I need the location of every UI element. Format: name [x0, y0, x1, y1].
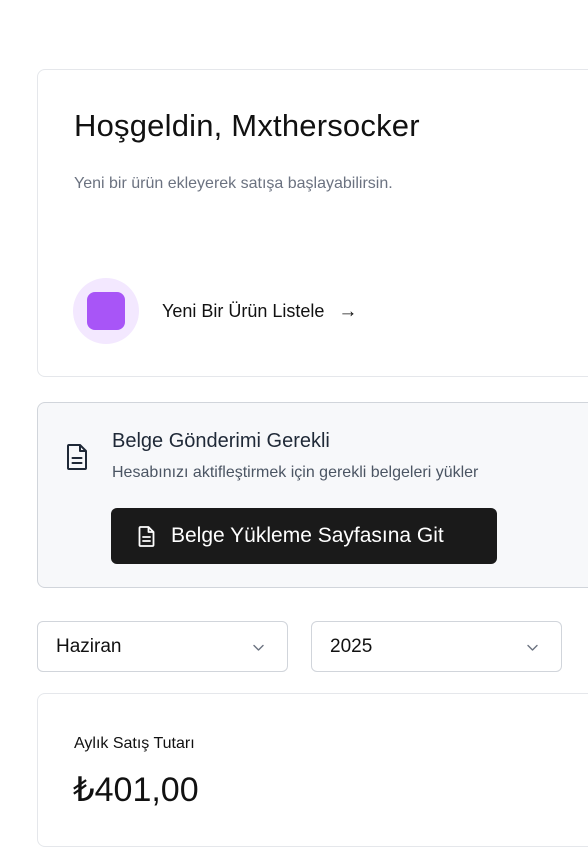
- document-icon: [67, 444, 87, 470]
- product-icon-square: [87, 292, 125, 330]
- document-icon: [138, 525, 155, 547]
- chevron-down-icon: [253, 644, 264, 651]
- monthly-sales-label: Aylık Satış Tutarı: [74, 735, 195, 752]
- chevron-down-icon: [527, 644, 538, 651]
- page: Hoşgeldin, Mxthersocker Yeni bir ürün ek…: [0, 0, 588, 867]
- year-select-value: 2025: [330, 635, 373, 657]
- document-notice: Belge Gönderimi Gerekli Hesabınızı aktif…: [37, 402, 588, 588]
- welcome-subtitle: Yeni bir ürün ekleyerek satışa başlayabi…: [74, 175, 393, 192]
- welcome-title: Hoşgeldin, Mxthersocker: [74, 108, 420, 143]
- document-notice-title: Belge Gönderimi Gerekli: [112, 430, 330, 452]
- upload-button-label: Belge Yükleme Sayfasına Git: [171, 524, 444, 547]
- arrow-right-icon: →: [338, 300, 358, 322]
- document-notice-description: Hesabınızı aktifleştirmek için gerekli b…: [112, 464, 479, 481]
- month-select-value: Haziran: [56, 635, 122, 657]
- welcome-card: Hoşgeldin, Mxthersocker Yeni bir ürün ek…: [37, 69, 588, 377]
- new-product-button[interactable]: Yeni Bir Ürün Listele →: [73, 277, 357, 345]
- new-product-label: Yeni Bir Ürün Listele: [162, 300, 325, 321]
- month-select[interactable]: Haziran: [37, 621, 288, 672]
- monthly-sales-card: Aylık Satış Tutarı ₺401,00: [37, 693, 588, 847]
- product-icon: [73, 278, 139, 344]
- go-to-document-upload-button[interactable]: Belge Yükleme Sayfasına Git: [111, 508, 497, 564]
- monthly-sales-amount: ₺401,00: [73, 771, 199, 809]
- year-select[interactable]: 2025: [311, 621, 562, 672]
